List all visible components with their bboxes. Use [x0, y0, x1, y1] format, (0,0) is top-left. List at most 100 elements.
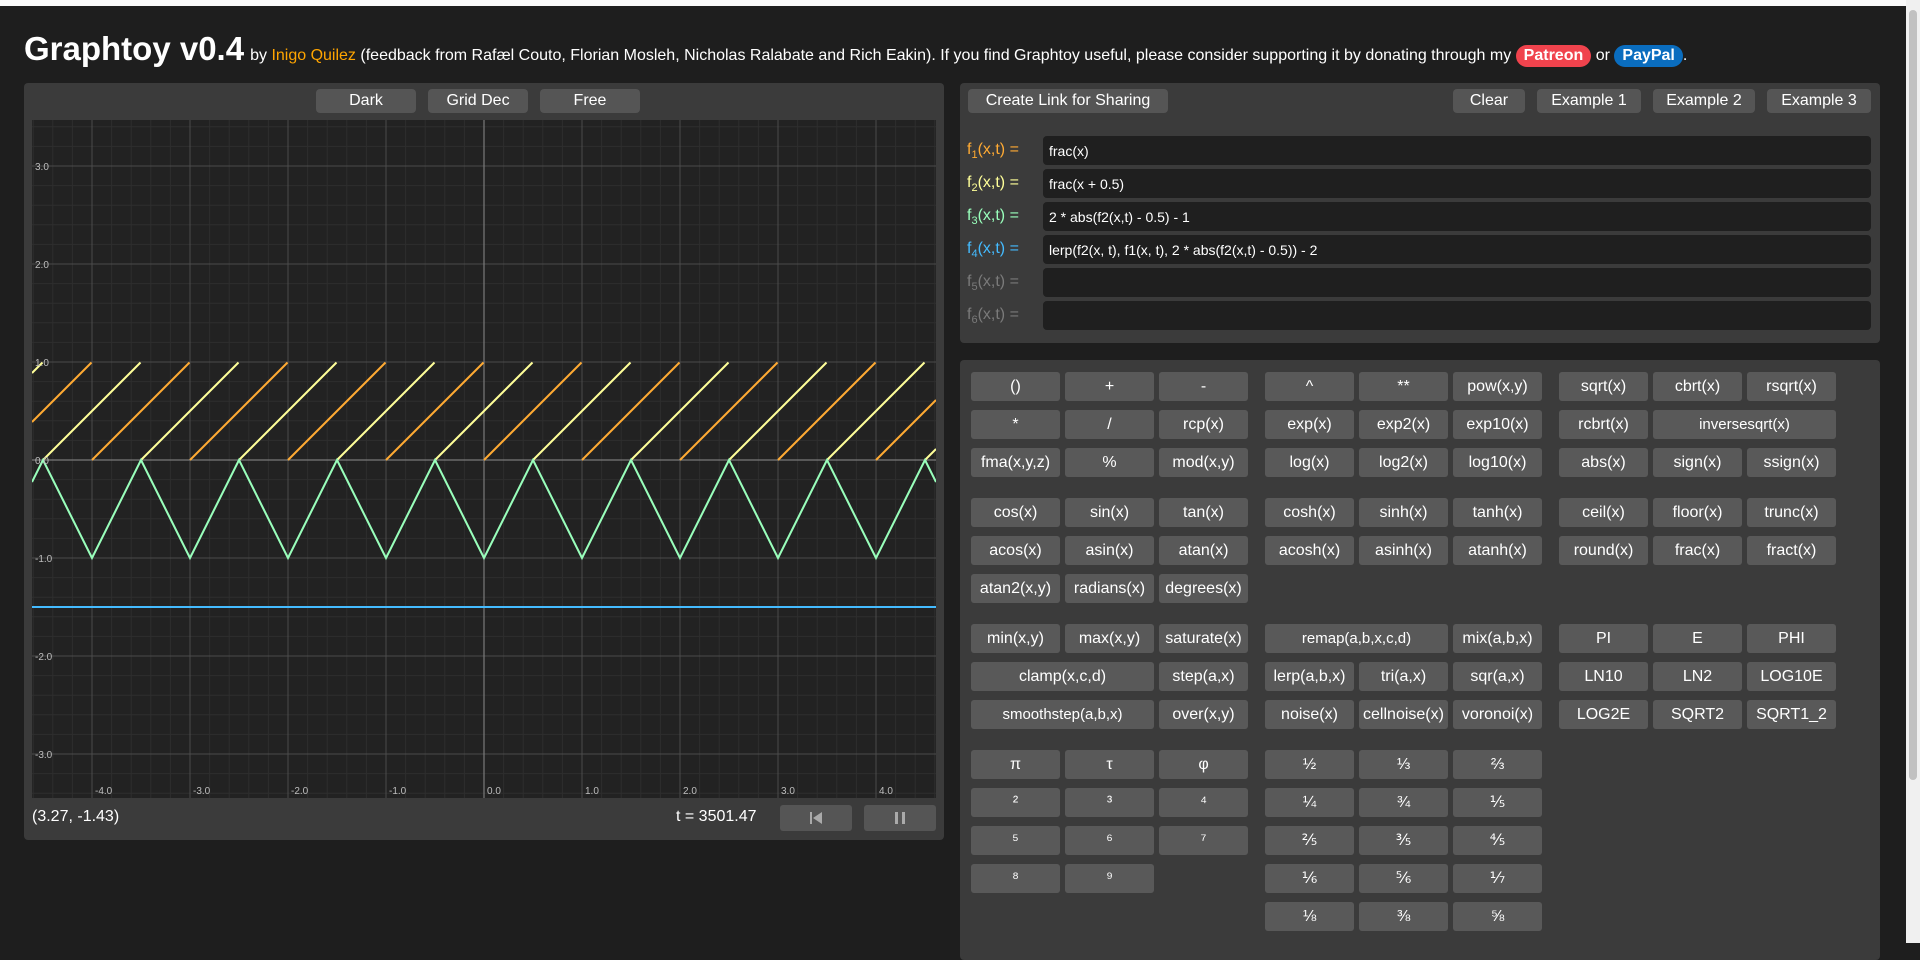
- key-group11-1-0[interactable]: ¼: [1265, 788, 1354, 817]
- author-link[interactable]: Inigo Quilez: [271, 47, 356, 65]
- key-group11-0-2[interactable]: ⅔: [1453, 750, 1542, 779]
- key-group9-0-0[interactable]: PI: [1559, 624, 1648, 653]
- key-group9-2-1[interactable]: SQRT2: [1653, 700, 1742, 729]
- key-group11-0-0[interactable]: ½: [1265, 750, 1354, 779]
- pause-button[interactable]: [864, 805, 936, 831]
- key-group6-1-2[interactable]: fract(x): [1747, 536, 1836, 565]
- restart-time-button[interactable]: [780, 805, 852, 831]
- key-group10-1-1[interactable]: ³: [1065, 788, 1154, 817]
- graph-canvas[interactable]: 3.0 2.0 1.0 0.0 -1.0 -2.0 -3.0 -4.0 -3.0 -2.0 -1.0…: [32, 120, 936, 798]
- key-group3-0-1[interactable]: cbrt(x): [1653, 372, 1742, 401]
- key-group11-2-1[interactable]: ⅗: [1359, 826, 1448, 855]
- key-group8-2-0[interactable]: noise(x): [1265, 700, 1354, 729]
- key-group6-0-0[interactable]: ceil(x): [1559, 498, 1648, 527]
- function-input-4[interactable]: [1043, 235, 1871, 264]
- key-group3-2-1[interactable]: sign(x): [1653, 448, 1742, 477]
- key-group4-0-2[interactable]: tan(x): [1159, 498, 1248, 527]
- key-group5-1-1[interactable]: asinh(x): [1359, 536, 1448, 565]
- scrollbar-thumb[interactable]: [1909, 10, 1917, 780]
- key-group10-2-1[interactable]: ⁶: [1065, 826, 1154, 855]
- key-group3-1-1[interactable]: inversesqrt(x): [1653, 410, 1836, 439]
- key-group10-0-1[interactable]: τ: [1065, 750, 1154, 779]
- key-group4-1-2[interactable]: atan(x): [1159, 536, 1248, 565]
- key-group1-2-2[interactable]: mod(x,y): [1159, 448, 1248, 477]
- key-group7-1-1[interactable]: step(a,x): [1159, 662, 1248, 691]
- key-group10-0-2[interactable]: φ: [1159, 750, 1248, 779]
- function-input-3[interactable]: [1043, 202, 1871, 231]
- key-group9-2-2[interactable]: SQRT1_2: [1747, 700, 1836, 729]
- key-group6-0-1[interactable]: floor(x): [1653, 498, 1742, 527]
- key-group9-1-0[interactable]: LN10: [1559, 662, 1648, 691]
- key-group2-2-2[interactable]: log10(x): [1453, 448, 1542, 477]
- key-group7-0-0[interactable]: min(x,y): [971, 624, 1060, 653]
- key-group4-0-0[interactable]: cos(x): [971, 498, 1060, 527]
- function-input-5[interactable]: [1043, 268, 1871, 297]
- key-group6-1-1[interactable]: frac(x): [1653, 536, 1742, 565]
- key-group1-2-0[interactable]: fma(x,y,z): [971, 448, 1060, 477]
- key-group11-2-0[interactable]: ⅖: [1265, 826, 1354, 855]
- key-group2-1-2[interactable]: exp10(x): [1453, 410, 1542, 439]
- key-group4-2-2[interactable]: degrees(x): [1159, 574, 1248, 603]
- key-group8-1-2[interactable]: sqr(a,x): [1453, 662, 1542, 691]
- example-3-button[interactable]: Example 3: [1767, 89, 1871, 113]
- key-group1-1-1[interactable]: /: [1065, 410, 1154, 439]
- key-group7-0-2[interactable]: saturate(x): [1159, 624, 1248, 653]
- key-group3-0-0[interactable]: sqrt(x): [1559, 372, 1648, 401]
- key-group2-2-0[interactable]: log(x): [1265, 448, 1354, 477]
- key-group7-2-0[interactable]: smoothstep(a,b,x): [971, 700, 1154, 729]
- dark-toggle-button[interactable]: Dark: [316, 89, 416, 113]
- key-group7-2-1[interactable]: over(x,y): [1159, 700, 1248, 729]
- function-input-2[interactable]: [1043, 169, 1871, 198]
- key-group1-0-1[interactable]: +: [1065, 372, 1154, 401]
- key-group4-0-1[interactable]: sin(x): [1065, 498, 1154, 527]
- key-group2-1-0[interactable]: exp(x): [1265, 410, 1354, 439]
- key-group11-2-2[interactable]: ⅘: [1453, 826, 1542, 855]
- example-1-button[interactable]: Example 1: [1537, 89, 1641, 113]
- key-group10-0-0[interactable]: π: [971, 750, 1060, 779]
- key-group11-1-1[interactable]: ¾: [1359, 788, 1448, 817]
- key-group2-0-0[interactable]: ^: [1265, 372, 1354, 401]
- example-2-button[interactable]: Example 2: [1653, 89, 1755, 113]
- key-group1-0-2[interactable]: -: [1159, 372, 1248, 401]
- key-group9-1-2[interactable]: LOG10E: [1747, 662, 1836, 691]
- key-group2-0-1[interactable]: **: [1359, 372, 1448, 401]
- key-group10-3-0[interactable]: ⁸: [971, 864, 1060, 893]
- key-group6-0-2[interactable]: trunc(x): [1747, 498, 1836, 527]
- key-group10-2-2[interactable]: ⁷: [1159, 826, 1248, 855]
- key-group1-2-1[interactable]: %: [1065, 448, 1154, 477]
- key-group10-3-1[interactable]: ⁹: [1065, 864, 1154, 893]
- key-group4-1-0[interactable]: acos(x): [971, 536, 1060, 565]
- key-group3-2-0[interactable]: abs(x): [1559, 448, 1648, 477]
- key-group11-4-1[interactable]: ⅜: [1359, 902, 1448, 931]
- key-group1-1-2[interactable]: rcp(x): [1159, 410, 1248, 439]
- key-group11-4-0[interactable]: ⅛: [1265, 902, 1354, 931]
- key-group8-2-2[interactable]: voronoi(x): [1453, 700, 1542, 729]
- key-group6-1-0[interactable]: round(x): [1559, 536, 1648, 565]
- key-group4-2-1[interactable]: radians(x): [1065, 574, 1154, 603]
- grid-dec-button[interactable]: Grid Dec: [428, 89, 528, 113]
- clear-button[interactable]: Clear: [1453, 89, 1525, 113]
- key-group5-0-1[interactable]: sinh(x): [1359, 498, 1448, 527]
- function-input-1[interactable]: [1043, 136, 1871, 165]
- key-group5-0-2[interactable]: tanh(x): [1453, 498, 1542, 527]
- key-group11-3-1[interactable]: ⅚: [1359, 864, 1448, 893]
- key-group11-1-2[interactable]: ⅕: [1453, 788, 1542, 817]
- key-group8-0-0[interactable]: remap(a,b,x,c,d): [1265, 624, 1448, 653]
- key-group4-1-1[interactable]: asin(x): [1065, 536, 1154, 565]
- key-group10-2-0[interactable]: ⁵: [971, 826, 1060, 855]
- key-group5-0-0[interactable]: cosh(x): [1265, 498, 1354, 527]
- key-group5-1-0[interactable]: acosh(x): [1265, 536, 1354, 565]
- free-mode-button[interactable]: Free: [540, 89, 640, 113]
- key-group2-0-2[interactable]: pow(x,y): [1453, 372, 1542, 401]
- key-group10-1-0[interactable]: ²: [971, 788, 1060, 817]
- key-group2-1-1[interactable]: exp2(x): [1359, 410, 1448, 439]
- key-group11-0-1[interactable]: ⅓: [1359, 750, 1448, 779]
- key-group7-0-1[interactable]: max(x,y): [1065, 624, 1154, 653]
- paypal-button[interactable]: PayPal: [1614, 45, 1683, 67]
- key-group8-1-1[interactable]: tri(a,x): [1359, 662, 1448, 691]
- key-group1-1-0[interactable]: *: [971, 410, 1060, 439]
- key-group9-1-1[interactable]: LN2: [1653, 662, 1742, 691]
- key-group1-0-0[interactable]: (): [971, 372, 1060, 401]
- key-group3-1-0[interactable]: rcbrt(x): [1559, 410, 1648, 439]
- key-group4-2-0[interactable]: atan2(x,y): [971, 574, 1060, 603]
